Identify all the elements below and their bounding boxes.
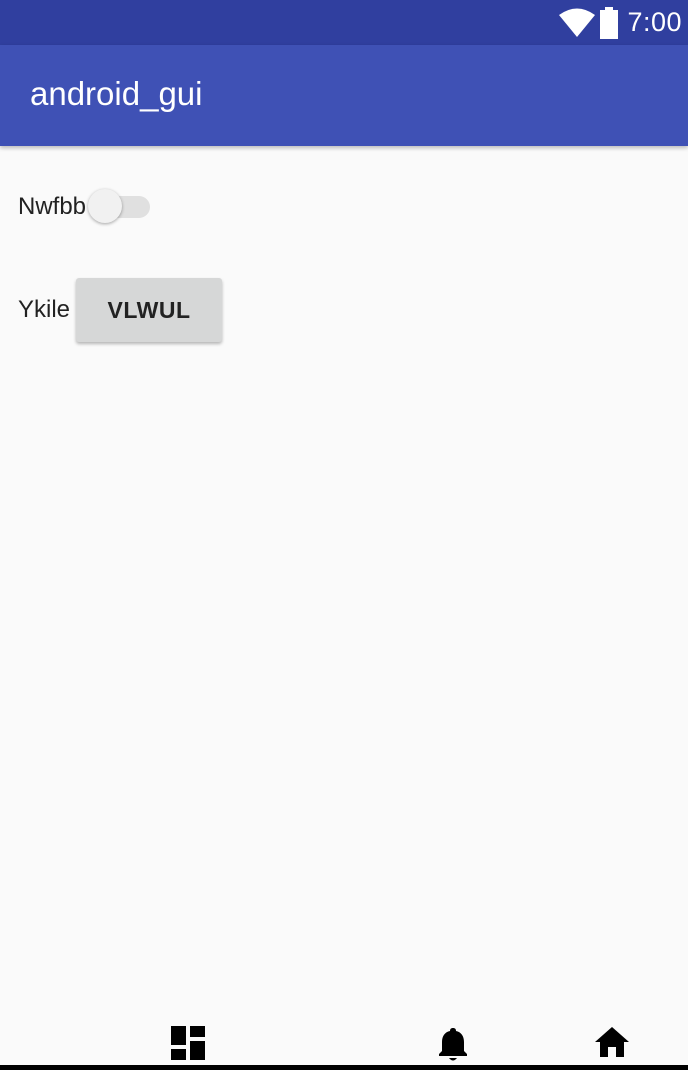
app-bar: android_gui	[0, 45, 688, 146]
wifi-icon	[559, 8, 596, 38]
app-title: android_gui	[30, 75, 203, 112]
home-icon[interactable]	[594, 1026, 630, 1063]
dashboard-icon[interactable]	[171, 1026, 205, 1065]
button-row-label: Ykile	[18, 296, 71, 323]
switch-thumb	[88, 189, 123, 223]
switch-label: Nwfbb	[18, 193, 87, 220]
vlwul-button[interactable]: VLWUL	[76, 278, 223, 342]
battery-icon	[599, 6, 619, 39]
bell-icon[interactable]	[437, 1026, 469, 1067]
status-time: 7:00	[627, 7, 682, 37]
screen: 7:00 android_gui Nwfbb Ykile VLWUL	[0, 0, 688, 1070]
status-bar: 7:00	[0, 0, 688, 45]
nav-bottom-line	[0, 1065, 688, 1070]
nav-bar	[0, 1018, 688, 1070]
button-row: Ykile VLWUL	[18, 276, 223, 344]
toggle-switch[interactable]	[86, 186, 151, 228]
switch-row: Nwfbb	[18, 186, 151, 228]
status-icons: 7:00	[559, 0, 682, 45]
